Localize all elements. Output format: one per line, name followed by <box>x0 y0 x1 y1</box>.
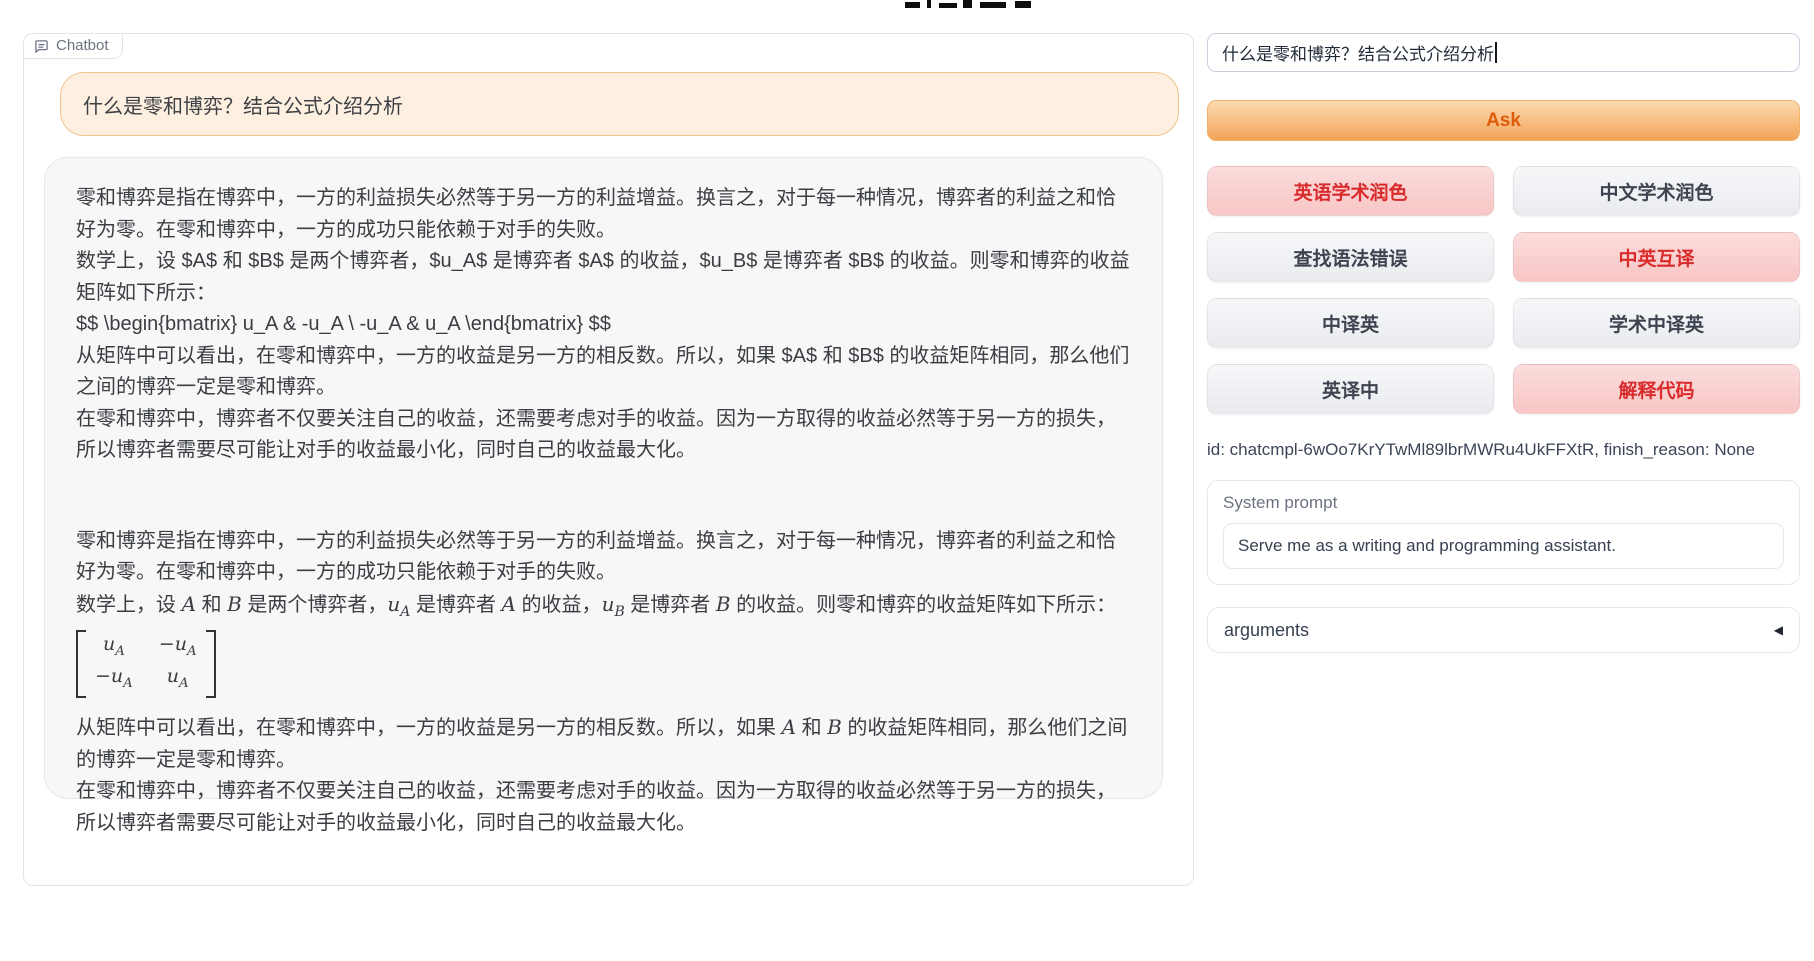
chat-line: $$ \begin{bmatrix} u_A & -u_A \ -u_A & u… <box>76 309 1132 341</box>
ask-button[interactable]: Ask <box>1207 100 1800 141</box>
preset-button-4[interactable]: 中英互译 <box>1513 232 1800 282</box>
chat-line: 从矩阵中可以看出，在零和博弈中，一方的收益是另一方的相反数。所以，如果 $A$ … <box>76 341 1132 404</box>
accordion-arguments[interactable]: arguments ◀ <box>1207 607 1800 653</box>
system-prompt-label: System prompt <box>1223 493 1784 513</box>
preset-button-5[interactable]: 中译英 <box>1207 298 1494 348</box>
system-prompt-input[interactable]: Serve me as a writing and programming as… <box>1223 523 1784 569</box>
chat-line: 零和博弈是指在博弈中，一方的利益损失必然等于另一方的利益增益。换言之，对于每一种… <box>76 183 1132 246</box>
glyph-fragment <box>1015 1 1031 8</box>
glyph-fragment <box>927 0 931 8</box>
chatbot-label-chip: Chatbot <box>23 33 123 59</box>
bot-message-raw: 零和博弈是指在博弈中，一方的利益损失必然等于另一方的利益增益。换言之，对于每一种… <box>76 183 1132 467</box>
preset-button-7[interactable]: 英译中 <box>1207 364 1494 414</box>
chat-line: 数学上，设 $A$ 和 $B$ 是两个博弈者，$u_A$ 是博弈者 $A$ 的收… <box>76 246 1132 309</box>
preset-button-1[interactable]: 英语学术润色 <box>1207 166 1494 216</box>
preset-button-3[interactable]: 查找语法错误 <box>1207 232 1494 282</box>
control-panel: 什么是零和博弈？结合公式介绍分析 Ask 英语学术润色中文学术润色查找语法错误中… <box>1207 33 1800 653</box>
chat-line: 在零和博弈中，博弈者不仅要关注自己的收益，还需要考虑对手的收益。因为一方取得的收… <box>76 404 1132 467</box>
glyph-fragment <box>905 2 920 8</box>
chatbot-panel: Chatbot 什么是零和博弈？结合公式介绍分析 零和博弈是指在博弈中，一方的利… <box>23 33 1194 886</box>
glyph-fragment <box>963 0 972 8</box>
chatbot-label: Chatbot <box>56 38 109 54</box>
bot-message-bubble: 零和博弈是指在博弈中，一方的利益损失必然等于另一方的利益增益。换言之，对于每一种… <box>44 157 1163 799</box>
chevron-left-icon: ◀ <box>1774 623 1783 637</box>
user-message-bubble: 什么是零和博弈？结合公式介绍分析 <box>60 72 1179 136</box>
chat-icon <box>34 39 49 54</box>
text-cursor <box>1495 42 1497 63</box>
glyph-fragment <box>980 2 1006 8</box>
chat-line: 数学上，设 A 和 B 是两个博弈者，uA 是博弈者 A 的收益，uB 是博弈者… <box>76 589 1132 629</box>
bot-message-rendered: 零和博弈是指在博弈中，一方的利益损失必然等于另一方的利益增益。换言之，对于每一种… <box>76 526 1132 840</box>
question-input-value: 什么是零和博弈？结合公式介绍分析 <box>1222 40 1494 65</box>
preset-button-6[interactable]: 学术中译英 <box>1513 298 1800 348</box>
accordion-label: arguments <box>1224 620 1309 641</box>
clipped-page-title <box>905 0 1040 8</box>
system-prompt-card: System prompt Serve me as a writing and … <box>1207 480 1800 585</box>
chat-line: 在零和博弈中，博弈者不仅要关注自己的收益，还需要考虑对手的收益。因为一方取得的收… <box>76 776 1132 839</box>
glyph-fragment <box>939 3 957 8</box>
question-input[interactable]: 什么是零和博弈？结合公式介绍分析 <box>1207 33 1800 72</box>
math-matrix: uA−uA−uAuA <box>76 630 1132 708</box>
chat-line: 零和博弈是指在博弈中，一方的利益损失必然等于另一方的利益增益。换言之，对于每一种… <box>76 526 1132 589</box>
user-message-text: 什么是零和博弈？结合公式介绍分析 <box>83 90 403 119</box>
preset-button-2[interactable]: 中文学术润色 <box>1513 166 1800 216</box>
status-line: id: chatcmpl-6wOo7KrYTwMl89lbrMWRu4UkFFX… <box>1207 440 1800 460</box>
preset-button-8[interactable]: 解释代码 <box>1513 364 1800 414</box>
preset-buttons-grid: 英语学术润色中文学术润色查找语法错误中英互译中译英学术中译英英译中解释代码 <box>1207 166 1800 414</box>
chat-line: 从矩阵中可以看出，在零和博弈中，一方的收益是另一方的相反数。所以，如果 A 和 … <box>76 712 1132 776</box>
